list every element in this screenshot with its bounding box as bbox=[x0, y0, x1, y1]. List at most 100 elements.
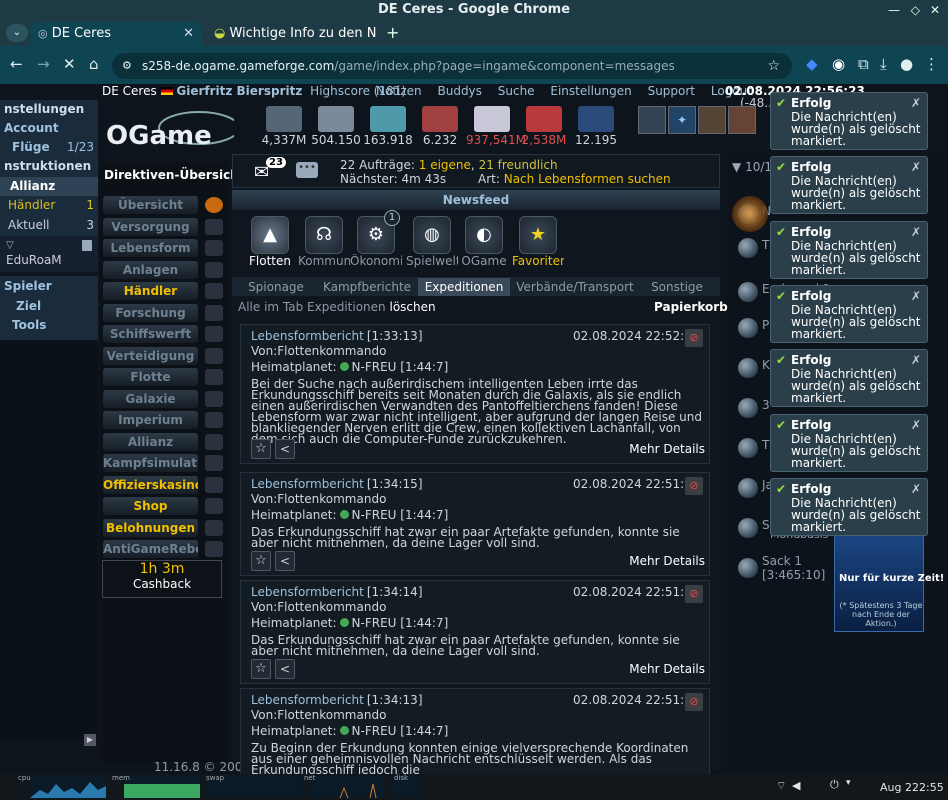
message-item[interactable]: Lebensformbericht [1:34:13] 02.08.2024 22:… bbox=[240, 688, 710, 774]
home-coords[interactable]: N-FREU [1:44:7] bbox=[352, 508, 449, 522]
resource-ships[interactable]: 4,337M bbox=[258, 106, 310, 147]
planet-icon[interactable] bbox=[738, 558, 758, 578]
expand-panel-icon[interactable]: ▶ bbox=[84, 734, 96, 746]
menu-flotte-icon[interactable] bbox=[205, 369, 223, 385]
link-buddys[interactable]: Buddys bbox=[437, 84, 481, 98]
left-row-spieler[interactable]: Spieler bbox=[0, 277, 52, 296]
planet-name[interactable]: T bbox=[762, 438, 769, 452]
back-icon[interactable]: ← bbox=[10, 55, 23, 73]
menu-übersicht-icon[interactable] bbox=[205, 197, 223, 213]
menu-versorgung-icon[interactable] bbox=[205, 218, 223, 235]
chat-bubble-icon[interactable]: ••• bbox=[296, 162, 318, 178]
menu-lebensform-icon[interactable] bbox=[205, 240, 223, 256]
planet-icon[interactable] bbox=[738, 398, 758, 418]
wifi-icon[interactable]: ⌔ bbox=[776, 779, 786, 793]
planet-name[interactable]: 3 bbox=[762, 398, 770, 412]
mission-summary[interactable]: 22 Aufträge: 1 eigene, 21 freundlich bbox=[340, 158, 558, 172]
left-row-einstellungen[interactable]: nstellungen bbox=[0, 100, 84, 119]
close-toast-icon[interactable]: ✗ bbox=[911, 161, 921, 173]
menu-händler[interactable]: Händler bbox=[103, 282, 198, 300]
home-icon[interactable]: ⌂ bbox=[89, 55, 99, 73]
stop-icon[interactable]: ✕ bbox=[63, 55, 76, 73]
message-item[interactable]: Lebensformbericht [1:34:15] 02.08.2024 22:… bbox=[240, 472, 710, 576]
toast-notification[interactable]: ✔ ✗ Erfolg Die Nachricht(en) wurde(n) als g… bbox=[770, 220, 928, 279]
resource-food[interactable]: 2,538M bbox=[518, 106, 570, 147]
menu-forschung-icon[interactable] bbox=[205, 304, 223, 321]
message-subject-link[interactable]: Lebensformbericht bbox=[251, 585, 364, 599]
left-row-haendler[interactable]: Händler 1 bbox=[0, 196, 98, 215]
chat-icon[interactable] bbox=[82, 240, 92, 251]
menu-imperium[interactable]: Imperium bbox=[103, 411, 198, 429]
menu-verteidigung[interactable]: Verteidigung bbox=[103, 346, 198, 365]
left-row-aktuell[interactable]: Aktuell 3 bbox=[0, 216, 98, 235]
delete-message-icon[interactable]: ⊘ bbox=[685, 693, 703, 711]
toast-notification[interactable]: ✔ ✗ Erfolg Die Nachricht(en) wurde(n) als g… bbox=[770, 156, 928, 215]
resource-metal[interactable]: 504.150 bbox=[310, 106, 362, 147]
link-notizen[interactable]: Notizen bbox=[376, 84, 422, 98]
officer-commander-icon[interactable] bbox=[638, 106, 666, 134]
planet-icon[interactable] bbox=[738, 318, 758, 338]
site-info-icon[interactable]: ⚙ bbox=[122, 53, 132, 79]
menu-galaxie-icon[interactable] bbox=[205, 390, 223, 407]
toast-notification[interactable]: ✔ ✗ Erfolg Die Nachricht(en) wurde(n) als g… bbox=[770, 349, 928, 408]
delete-message-icon[interactable]: ⊘ bbox=[685, 477, 703, 495]
menu-shop[interactable]: Shop bbox=[103, 497, 198, 515]
ogame-logo[interactable]: OGame bbox=[104, 106, 240, 156]
left-row-account[interactable]: Account bbox=[0, 119, 59, 138]
player-name[interactable]: Gierfritz Bierspritz bbox=[176, 84, 302, 98]
home-coords[interactable]: N-FREU [1:44:7] bbox=[352, 360, 449, 374]
resource-darkmatter[interactable]: 12.195 bbox=[570, 106, 622, 147]
link-support[interactable]: Support bbox=[648, 84, 695, 98]
address-bar[interactable]: ⚙ s258-de.ogame.gameforge.com/game/index… bbox=[112, 53, 792, 79]
menu-antigamereborn[interactable]: AntiGameReborn bbox=[103, 540, 198, 558]
officer-engineer-icon[interactable] bbox=[698, 106, 726, 134]
left-row-allianz[interactable]: Allianz bbox=[0, 177, 98, 196]
menu-forschung[interactable]: Forschung bbox=[103, 303, 198, 322]
share-icon[interactable]: < bbox=[275, 659, 295, 679]
planet-name[interactable]: S bbox=[762, 518, 770, 532]
cashback-box[interactable]: 1h 3m Cashback bbox=[102, 560, 222, 598]
menu-antigamereborn-icon[interactable] bbox=[205, 541, 223, 557]
category-spielwelt[interactable]: ◍ Spielwelt bbox=[406, 216, 458, 268]
left-row-konstruktionen[interactable]: nstruktionen bbox=[0, 157, 91, 176]
tab-de-ceres[interactable]: ◎ DE Ceres ✕ bbox=[30, 22, 202, 46]
toast-notification[interactable]: ✔ ✗ Erfolg Die Nachricht(en) wurde(n) als g… bbox=[770, 477, 928, 536]
power-menu-icon[interactable]: ▾ bbox=[846, 778, 851, 788]
menu-allianz[interactable]: Allianz bbox=[103, 432, 198, 451]
message-subject-link[interactable]: Lebensformbericht bbox=[251, 477, 364, 491]
tab-wichtige-info[interactable]: ◒ Wichtige Info zu den N bbox=[206, 22, 380, 46]
message-item[interactable]: Lebensformbericht [1:34:14] 02.08.2024 22:… bbox=[240, 580, 710, 684]
power-icon[interactable]: ⏻ bbox=[830, 778, 839, 792]
left-row-fluege[interactable]: Flüge 1/23 bbox=[0, 138, 98, 157]
download-icon[interactable]: ⤓ bbox=[880, 55, 887, 73]
subtab-kampfberichte[interactable]: Kampfberichte bbox=[316, 278, 418, 296]
left-row-ziel[interactable]: Ziel bbox=[0, 297, 41, 316]
close-tab-icon[interactable]: ✕ bbox=[183, 22, 194, 46]
menu-lebensform[interactable]: Lebensform bbox=[103, 239, 198, 257]
menu-schiffswerft-icon[interactable] bbox=[205, 326, 223, 342]
close-toast-icon[interactable]: ✗ bbox=[911, 354, 921, 366]
menu-kampfsimulation-icon[interactable] bbox=[205, 455, 223, 471]
delete-all-link[interactable]: löschen bbox=[389, 300, 435, 314]
close-toast-icon[interactable]: ✗ bbox=[911, 97, 921, 109]
extensions-icon[interactable]: ⧉ bbox=[858, 55, 869, 73]
chrome-menu-icon[interactable]: ⋮ bbox=[924, 55, 939, 73]
category-kommunikation[interactable]: ☊Kommunikation bbox=[298, 216, 350, 268]
close-toast-icon[interactable]: ✗ bbox=[911, 483, 921, 495]
share-icon[interactable]: < bbox=[275, 439, 295, 459]
favorite-star-icon[interactable]: ☆ bbox=[251, 659, 271, 679]
collapse-icon[interactable]: ▽ bbox=[6, 240, 14, 251]
planet-icon[interactable] bbox=[738, 358, 758, 378]
planet-icon[interactable] bbox=[738, 282, 758, 302]
close-toast-icon[interactable]: ✗ bbox=[911, 226, 921, 238]
link-suche[interactable]: Suche bbox=[498, 84, 535, 98]
maximize-icon[interactable]: ◇ bbox=[911, 0, 920, 20]
menu-schiffswerft[interactable]: Schiffswerft bbox=[103, 325, 198, 343]
menu-offizierskasino[interactable]: Offizierskasino bbox=[103, 475, 198, 494]
close-toast-icon[interactable]: ✗ bbox=[911, 290, 921, 302]
volume-icon[interactable]: ◀ bbox=[792, 779, 800, 792]
officer-admiral-icon[interactable]: ✦ bbox=[668, 106, 696, 134]
favorite-star-icon[interactable]: ☆ bbox=[251, 439, 271, 459]
close-toast-icon[interactable]: ✗ bbox=[911, 419, 921, 431]
planet-icon[interactable] bbox=[738, 518, 758, 538]
